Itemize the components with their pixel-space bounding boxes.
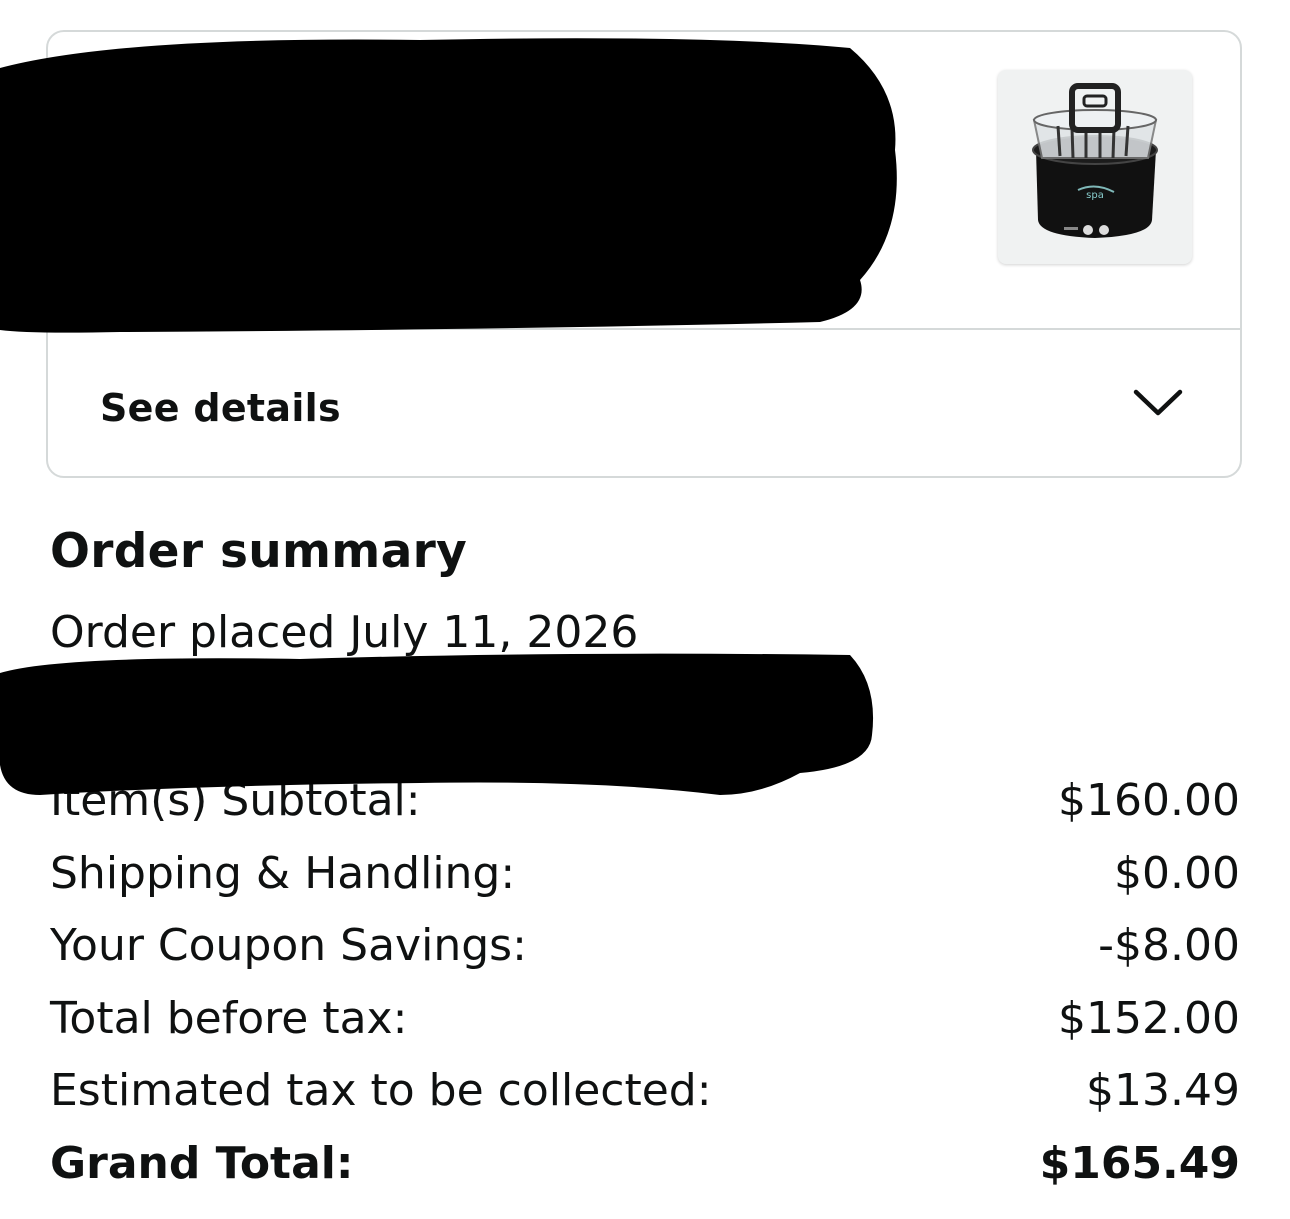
redaction-mark-title [0,38,897,333]
redaction-mark-order-number [0,653,874,795]
subtotal-value: $160.00 [1058,775,1240,826]
order-summary-title: Order summary [50,524,468,579]
summary-line-coupon: Your Coupon Savings: -$8.00 [50,917,1240,990]
summary-line-shipping: Shipping & Handling: $0.00 [50,845,1240,918]
see-details-toggle[interactable]: See details [48,330,1240,476]
shipping-label: Shipping & Handling: [50,847,516,899]
grand-total-label: Grand Total: [50,1137,354,1189]
product-thumbnail[interactable]: spa [998,70,1192,264]
tax-value: $13.49 [1086,1065,1240,1116]
summary-line-grand-total: Grand Total: $165.49 [50,1135,1240,1208]
coupon-label: Your Coupon Savings: [50,920,527,971]
see-details-label: See details [100,386,341,430]
summary-line-before-tax: Total before tax: $152.00 [50,990,1240,1063]
before-tax-label: Total before tax: [50,992,408,1044]
product-image-icon: spa [1032,83,1158,238]
shipping-value: $0.00 [1114,847,1240,899]
order-details-page: spa See details Order summary Order plac… [0,0,1290,1219]
order-summary-lines: Item(s) Subtotal: $160.00 Shipping & Han… [50,772,1240,1207]
chevron-down-icon[interactable] [1132,388,1184,418]
grand-total-value: $165.49 [1039,1137,1240,1189]
coupon-value: -$8.00 [1098,920,1240,971]
before-tax-value: $152.00 [1058,992,1240,1044]
svg-text:spa: spa [1086,190,1104,201]
summary-line-tax: Estimated tax to be collected: $13.49 [50,1062,1240,1135]
tax-label: Estimated tax to be collected: [50,1065,712,1116]
